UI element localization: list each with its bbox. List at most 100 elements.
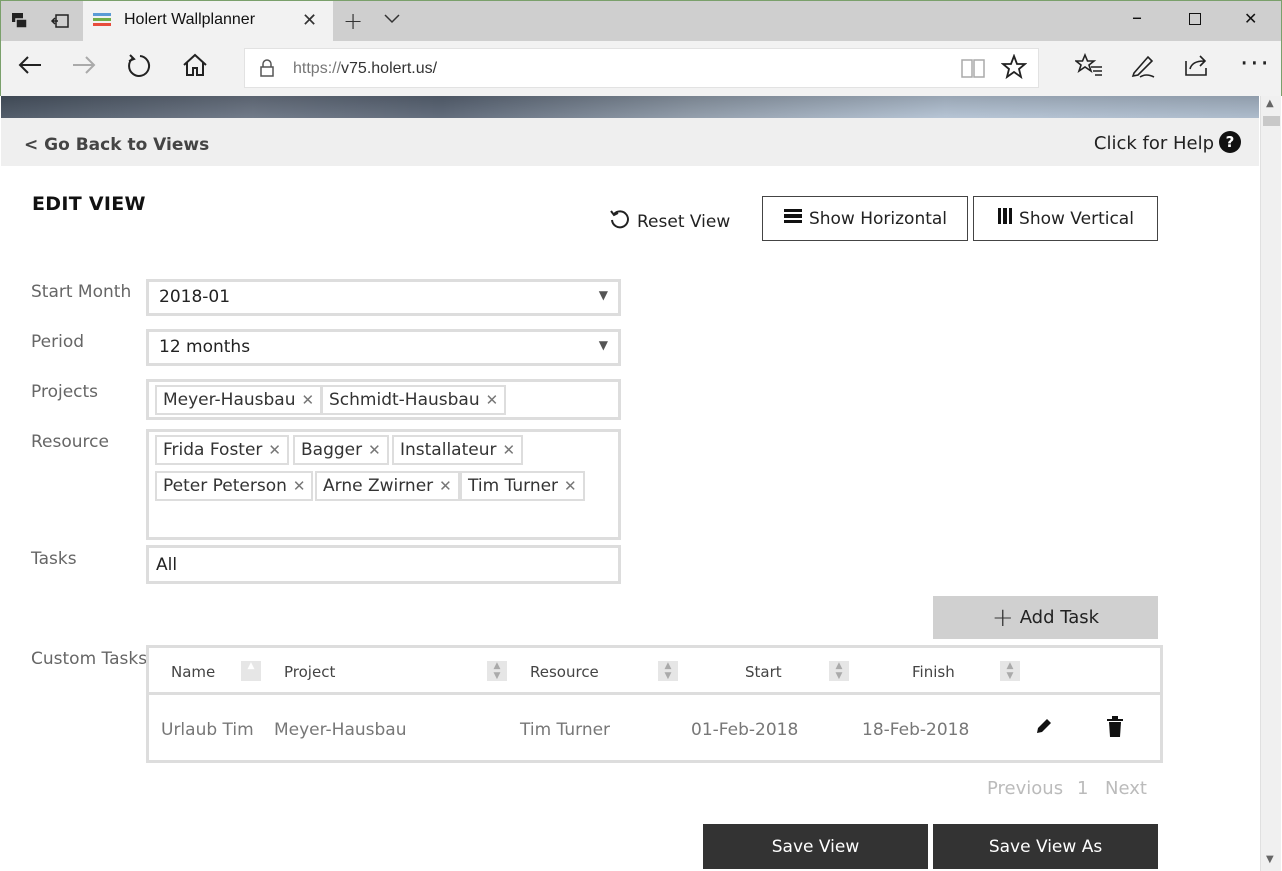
column-header-finish[interactable]: Finish (912, 663, 955, 681)
sort-asc-icon[interactable]: ▲ (241, 661, 261, 681)
resource-tag-label: Tim Turner (468, 476, 559, 496)
tab-close-icon[interactable]: ✕ (302, 10, 317, 31)
show-horizontal-button[interactable]: Show Horizontal (762, 196, 968, 241)
help-question-icon[interactable]: ? (1219, 131, 1241, 153)
cell-resource: Tim Turner (520, 720, 611, 740)
tasks-label: Tasks (31, 549, 77, 569)
tasks-value: All (156, 555, 178, 575)
remove-tag-icon[interactable]: ✕ (564, 477, 577, 495)
more-options-icon[interactable]: ··· (1240, 49, 1271, 79)
resource-tag-label: Arne Zwirner (323, 476, 434, 496)
remove-tag-icon[interactable]: ✕ (268, 441, 281, 459)
show-vertical-button[interactable]: Show Vertical (973, 196, 1158, 241)
period-select[interactable]: 12 months ▼ (146, 329, 621, 366)
forward-arrow-icon[interactable] (71, 53, 97, 83)
resource-tag-label: Frida Foster (163, 440, 263, 460)
sort-icon[interactable]: ▲ ▼ (658, 661, 678, 681)
window-close-icon[interactable]: ✕ (1244, 9, 1257, 28)
set-aside-tabs-icon[interactable] (49, 10, 71, 32)
url-text: https://v75.holert.us/ (293, 60, 437, 78)
browser-navbar: https://v75.holert.us/ ··· (0, 41, 1282, 96)
delete-trash-icon[interactable] (1106, 716, 1124, 743)
project-tag-label: Schmidt-Hausbau (329, 390, 480, 410)
remove-tag-icon[interactable]: ✕ (302, 391, 315, 409)
pager-next[interactable]: Next (1105, 778, 1147, 799)
resource-tag-label: Installateur (400, 440, 497, 460)
scroll-thumb[interactable] (1263, 116, 1280, 126)
tab-title: Holert Wallplanner (124, 11, 256, 28)
column-header-resource[interactable]: Resource (530, 663, 599, 681)
subheader-bar: < Go Back to Views Click for Help ? (1, 118, 1259, 166)
new-tab-icon[interactable]: + (343, 7, 363, 35)
back-arrow-icon[interactable] (17, 53, 43, 83)
project-tag[interactable]: Meyer-Hausbau ✕ (155, 385, 323, 415)
start-month-select[interactable]: 2018-01 ▼ (146, 279, 621, 316)
pager-page-number[interactable]: 1 (1077, 778, 1088, 799)
url-host: v75.holert.us/ (341, 60, 438, 77)
add-task-button[interactable]: + Add Task (933, 596, 1158, 639)
sort-icon[interactable]: ▲ ▼ (1000, 661, 1020, 681)
page-scrollbar[interactable]: ▲ ▼ (1260, 96, 1281, 871)
scroll-down-icon[interactable]: ▼ (1266, 854, 1274, 865)
resource-tag[interactable]: Bagger ✕ (293, 435, 389, 465)
add-task-label: Add Task (1019, 607, 1100, 628)
column-header-name[interactable]: Name (171, 663, 215, 681)
remove-tag-icon[interactable]: ✕ (502, 441, 515, 459)
sort-icon[interactable]: ▲ ▼ (487, 661, 507, 681)
tab-list-chevron-icon[interactable] (384, 9, 400, 28)
share-icon[interactable] (1184, 53, 1210, 83)
resource-tag[interactable]: Arne Zwirner ✕ (315, 471, 460, 501)
resource-tag[interactable]: Tim Turner ✕ (460, 471, 585, 501)
plus-icon: + (991, 602, 1014, 633)
cell-finish: 18-Feb-2018 (862, 720, 970, 740)
resource-tag-label: Bagger (301, 440, 363, 460)
column-header-start[interactable]: Start (745, 663, 782, 681)
web-note-pen-icon[interactable] (1130, 53, 1156, 85)
refresh-icon[interactable] (127, 53, 153, 85)
projects-label: Projects (31, 382, 99, 402)
address-bar[interactable]: https://v75.holert.us/ (244, 48, 1039, 88)
go-back-to-views-link[interactable]: < Go Back to Views (24, 135, 209, 155)
show-horizontal-label: Show Horizontal (808, 208, 948, 229)
favorites-hub-icon[interactable] (1073, 52, 1103, 83)
resource-tag[interactable]: Installateur ✕ (392, 435, 524, 465)
home-icon[interactable] (182, 53, 208, 83)
save-view-as-button[interactable]: Save View As (933, 824, 1158, 869)
project-tag[interactable]: Schmidt-Hausbau ✕ (321, 385, 507, 415)
edit-pencil-icon[interactable] (1034, 716, 1054, 741)
maximize-icon[interactable] (1189, 10, 1201, 29)
resource-label: Resource (31, 432, 109, 452)
sort-icon[interactable]: ▲ ▼ (829, 661, 849, 681)
active-tab[interactable]: Holert Wallplanner ✕ (83, 1, 333, 42)
browser-titlebar: Holert Wallplanner ✕ + – ✕ (0, 0, 1282, 42)
scroll-up-icon[interactable]: ▲ (1266, 98, 1274, 109)
remove-tag-icon[interactable]: ✕ (368, 441, 381, 459)
horizontal-bars-icon (783, 208, 803, 229)
lock-icon (260, 59, 274, 77)
custom-tasks-table: Name ▲ Project ▲ ▼ Resource ▲ ▼ Start ▲ ▼ F… (146, 645, 1163, 763)
cell-name: Urlaub Tim (161, 720, 254, 740)
url-scheme: https:// (293, 60, 342, 77)
tab-groups-icon[interactable] (9, 10, 31, 32)
help-link[interactable]: Click for Help (1094, 133, 1214, 154)
start-month-label: Start Month (31, 282, 132, 302)
save-view-button[interactable]: Save View (703, 824, 928, 869)
header-banner-image (1, 96, 1259, 118)
reset-view-label: Reset View (637, 211, 731, 232)
reading-view-icon[interactable] (961, 57, 985, 84)
resource-tag[interactable]: Peter Peterson ✕ (155, 471, 314, 501)
column-header-project[interactable]: Project (284, 663, 335, 681)
minimize-icon[interactable]: – (1132, 5, 1142, 29)
tasks-field[interactable]: All (146, 545, 621, 584)
start-month-value: 2018-01 (159, 287, 231, 307)
period-label: Period (31, 332, 85, 352)
remove-tag-icon[interactable]: ✕ (293, 477, 306, 495)
cell-start: 01-Feb-2018 (691, 720, 799, 740)
favorite-star-icon[interactable] (1000, 53, 1028, 86)
resource-tag[interactable]: Frida Foster ✕ (155, 435, 289, 465)
remove-tag-icon[interactable]: ✕ (486, 391, 499, 409)
pager-previous[interactable]: Previous (987, 778, 1063, 799)
reset-view-button[interactable]: Reset View (609, 208, 730, 235)
remove-tag-icon[interactable]: ✕ (439, 477, 452, 495)
vertical-bars-icon (997, 207, 1013, 230)
